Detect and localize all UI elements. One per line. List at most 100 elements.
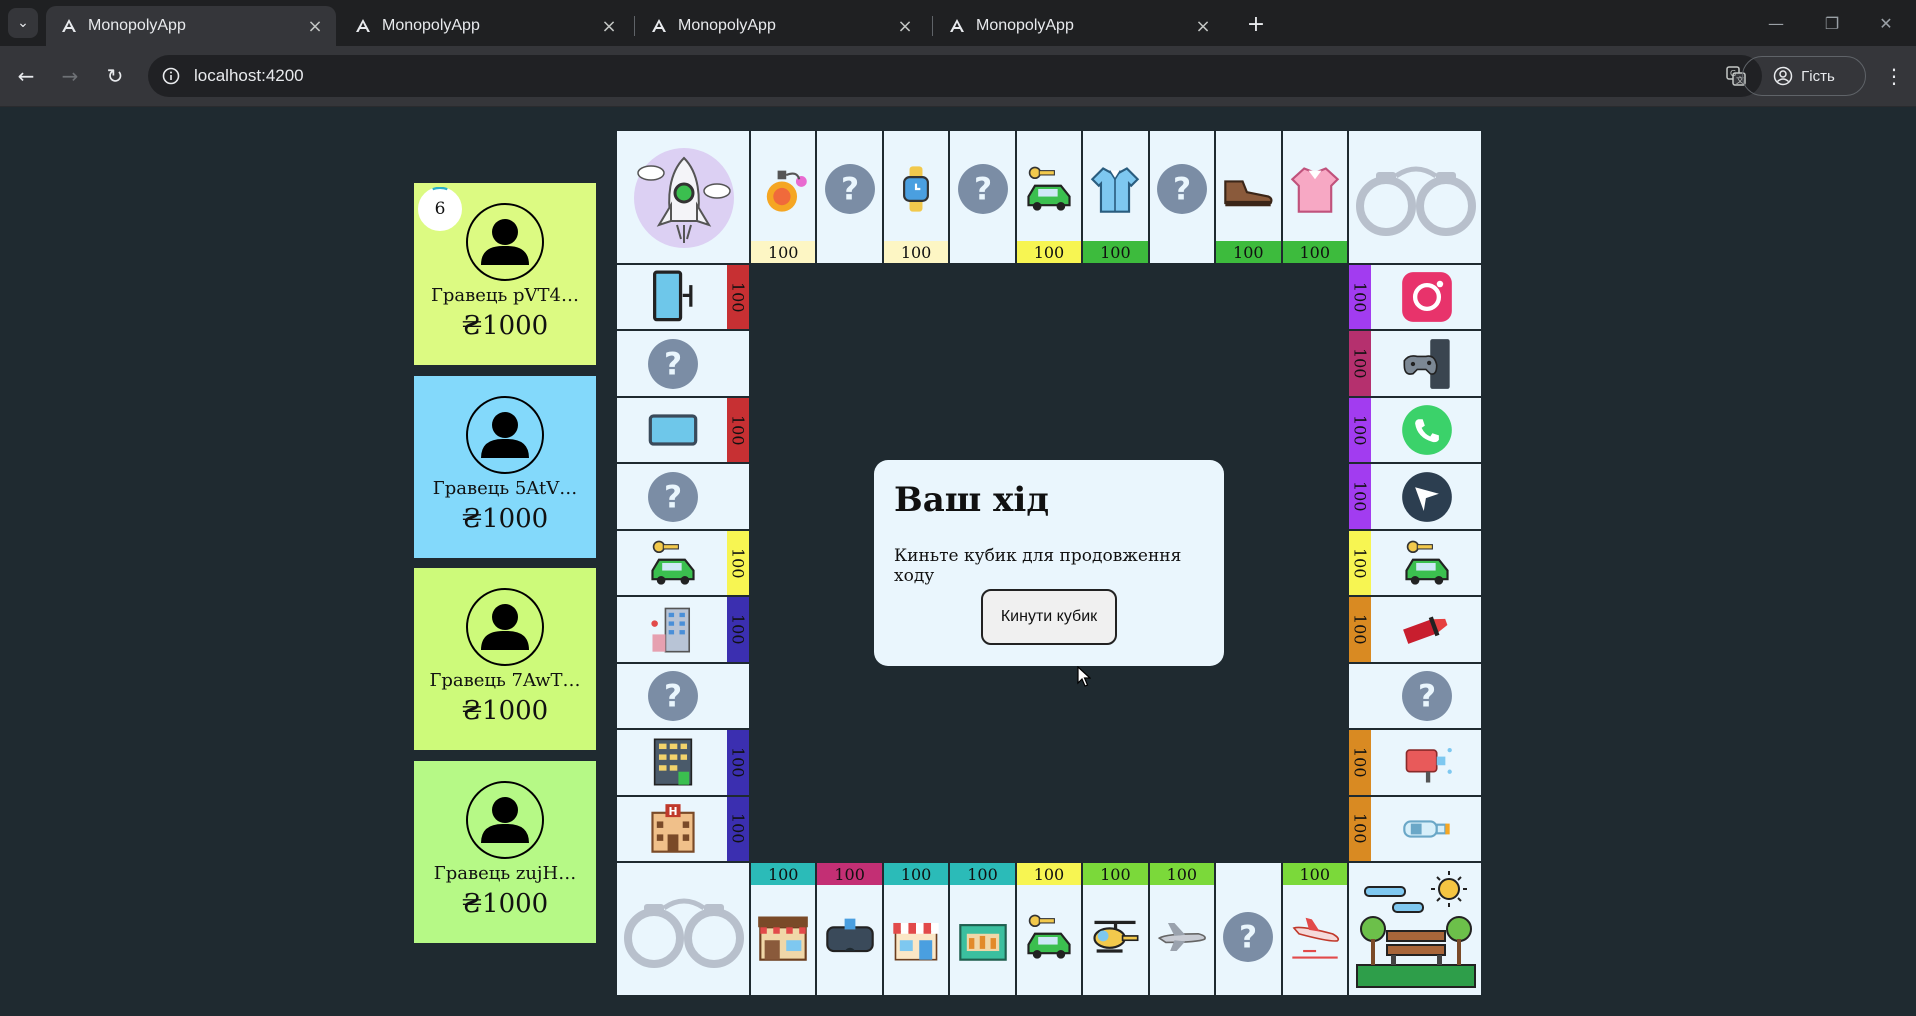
board-cell-bottom-4[interactable]: 100 <box>949 862 1016 996</box>
chance-icon: ? <box>623 331 723 395</box>
property-price: 100 <box>1349 597 1371 662</box>
board-cell-top-1[interactable]: 100 <box>750 130 817 264</box>
property-price: 100 <box>751 863 816 885</box>
board-cell-bottom-6[interactable]: 100 <box>1082 862 1149 996</box>
spray-icon <box>1377 730 1477 794</box>
player-card: Гравець 5AtV… ₴1000 <box>414 375 596 558</box>
corner-go-to-jail[interactable] <box>616 862 750 996</box>
svg-text:?: ? <box>1418 678 1436 714</box>
board-cell-bottom-3[interactable]: 100 <box>882 862 950 996</box>
property-price: 100 <box>1282 863 1347 885</box>
tablet-icon <box>623 398 723 462</box>
browser-tab[interactable]: MonopolyApp × <box>46 6 336 46</box>
url-text: localhost:4200 <box>194 66 304 85</box>
chance-icon: ? <box>1377 664 1477 728</box>
svg-text:?: ? <box>841 171 859 207</box>
svg-text:?: ? <box>664 678 682 714</box>
board-cell-top-4[interactable]: ? <box>949 130 1016 264</box>
car-key-icon <box>1017 139 1081 239</box>
close-window-button[interactable]: ✕ <box>1866 8 1906 38</box>
roll-dice-button[interactable]: Кинути кубик <box>981 589 1117 645</box>
board-cell-bottom-9[interactable]: 100 <box>1281 862 1348 996</box>
property-price: 100 <box>1349 265 1371 330</box>
tab-title: MonopolyApp <box>382 17 480 34</box>
corner-free-parking[interactable] <box>1348 862 1482 996</box>
browser-menu-button[interactable]: ⋮ <box>1878 60 1910 92</box>
player-name: Гравець pVT4… <box>430 285 580 306</box>
board-cell-bottom-2[interactable]: 100 <box>816 862 883 996</box>
board-cell-left-5[interactable]: 100 <box>616 529 750 597</box>
board-cell-left-8[interactable]: 100 <box>616 729 750 796</box>
restore-button[interactable]: ❐ <box>1812 8 1852 38</box>
board-cell-top-7[interactable]: ? <box>1148 130 1216 264</box>
avatar <box>466 780 544 859</box>
board-cell-right-6[interactable]: 100 <box>1348 596 1482 663</box>
minimize-button[interactable]: — <box>1756 8 1796 38</box>
back-button[interactable]: ← <box>10 60 42 92</box>
player-money: ₴1000 <box>461 696 549 726</box>
corner-start[interactable] <box>616 130 750 264</box>
board-cell-top-2[interactable]: ? <box>816 130 883 264</box>
address-bar[interactable]: localhost:4200 G文 <box>148 55 1762 97</box>
close-tab-icon[interactable]: × <box>894 15 916 37</box>
board-cell-bottom-5[interactable]: 100 <box>1015 862 1083 996</box>
board-cell-left-6[interactable]: 100 <box>616 596 750 663</box>
lipstick-icon <box>1377 597 1477 661</box>
tab-search-button[interactable]: ⌄ <box>8 8 38 38</box>
board-cell-top-5[interactable]: 100 <box>1015 130 1083 264</box>
chance-icon: ? <box>1216 887 1280 987</box>
site-info-icon[interactable] <box>158 63 184 89</box>
tab-title: MonopolyApp <box>678 17 776 34</box>
market-icon <box>950 887 1014 987</box>
browser-tab[interactable]: MonopolyApp × <box>340 6 630 46</box>
player-money: ₴1000 <box>461 311 549 341</box>
board-cell-left-9[interactable]: 100 H <box>616 795 750 862</box>
chance-icon: ? <box>817 139 881 239</box>
forward-button[interactable]: → <box>54 60 86 92</box>
player-card: Гравець 7AwT… ₴1000 <box>414 568 596 750</box>
board-cell-left-7[interactable]: ? <box>616 662 750 730</box>
board-cell-right-2[interactable]: 100 <box>1348 330 1482 397</box>
board-cell-top-3[interactable]: 100 <box>882 130 950 264</box>
board-cell-right-4[interactable]: 100 <box>1348 463 1482 530</box>
new-tab-button[interactable]: + <box>1242 10 1270 38</box>
player-money: ₴1000 <box>461 888 549 919</box>
property-price: 100 <box>950 863 1015 885</box>
board-cell-top-6[interactable]: 100 <box>1082 130 1149 264</box>
chance-icon: ? <box>950 139 1014 239</box>
property-price: 100 <box>1349 464 1371 529</box>
board-cell-right-9[interactable]: 100 <box>1348 795 1482 862</box>
board-cell-right-5[interactable]: 100 <box>1348 529 1482 597</box>
close-tab-icon[interactable]: × <box>304 15 326 37</box>
profile-button[interactable]: Гість <box>1742 56 1866 96</box>
close-tab-icon[interactable]: × <box>1192 15 1214 37</box>
property-price: 100 <box>883 863 949 885</box>
hotel-h-icon: H <box>623 797 723 861</box>
browser-tab[interactable]: MonopolyApp × <box>636 6 926 46</box>
board-cell-bottom-7[interactable]: 100 <box>1148 862 1216 996</box>
property-price: 100 <box>1349 331 1371 396</box>
tab-separator <box>932 16 933 36</box>
board-cell-top-8[interactable]: 100 <box>1215 130 1282 264</box>
messenger-icon <box>1377 464 1477 528</box>
building-icon <box>623 730 723 794</box>
browser-tab-bar: ⌄ MonopolyApp × MonopolyApp × MonopolyApp × Mo… <box>0 0 1916 46</box>
corner-jail[interactable] <box>1348 130 1482 264</box>
reload-button[interactable]: ↻ <box>99 60 131 92</box>
browser-toolbar: ← → ↻ localhost:4200 G文 Гість ⋮ <box>0 46 1916 107</box>
board-cell-left-3[interactable]: 100 <box>616 396 750 464</box>
close-tab-icon[interactable]: × <box>598 15 620 37</box>
board-cell-bottom-1[interactable]: 100 <box>750 862 817 996</box>
board-cell-bottom-8[interactable]: ? <box>1215 862 1282 996</box>
board-cell-top-9[interactable]: 100 <box>1281 130 1348 264</box>
board-cell-left-4[interactable]: ? <box>616 463 750 530</box>
player-card: Гравець zujH… ₴1000 <box>414 760 596 943</box>
browser-tab[interactable]: MonopolyApp × <box>934 6 1224 46</box>
board-cell-left-1[interactable]: 100 <box>616 264 750 331</box>
board-cell-right-1[interactable]: 100 <box>1348 264 1482 331</box>
board-cell-right-8[interactable]: 100 <box>1348 729 1482 796</box>
board-cell-right-3[interactable]: 100 <box>1348 396 1482 464</box>
board-cell-left-2[interactable]: ? <box>616 330 750 397</box>
board-cell-right-7[interactable]: ? <box>1348 662 1482 730</box>
property-price: 100 <box>1016 863 1082 885</box>
